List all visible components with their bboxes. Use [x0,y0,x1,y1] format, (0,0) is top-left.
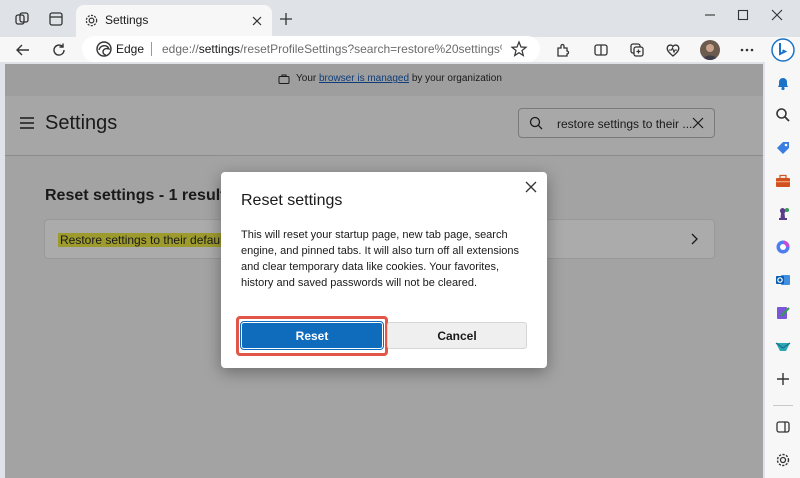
drop-icon[interactable] [774,304,792,322]
tab-title: Settings [105,13,149,27]
omnibox-label: Edge [116,42,145,56]
clear-search-icon[interactable] [692,117,704,129]
outlook-icon[interactable] [774,271,792,289]
split-icon[interactable] [774,418,792,436]
results-heading: Reset settings - 1 result [45,187,226,204]
briefcase-icon [278,74,290,84]
games-icon[interactable] [774,337,792,355]
reset-button[interactable]: Reset [240,321,384,350]
omnibox-divider [151,42,152,56]
extensions-icon[interactable] [552,39,574,61]
search-icon [529,116,543,130]
m365-icon[interactable] [774,238,792,256]
managed-message: Your browser is managed by your organiza… [296,73,502,84]
settings-search-input[interactable]: restore settings to their ... [518,108,715,138]
close-window-icon[interactable] [762,4,792,26]
gear-icon[interactable] [774,451,792,469]
dialog-title: Reset settings [241,192,343,209]
collections-icon[interactable] [626,39,648,61]
settings-header: Settings restore settings to their ... [5,96,763,156]
search-value: restore settings to their ... [557,117,693,131]
bell-icon[interactable] [774,74,792,92]
toolbar: Edge edge://settings/resetProfileSetting… [0,36,800,63]
refresh-icon[interactable] [48,39,70,61]
edge-sidebar [765,62,800,478]
page-title: Settings [45,112,118,134]
search-icon[interactable] [774,106,792,124]
chess-icon[interactable] [774,205,792,223]
copilot-icon[interactable] [770,37,796,63]
url-text[interactable]: edge://settings/resetProfileSettings?sea… [162,42,502,56]
edge-logo-icon [96,41,112,57]
browser-essentials-icon[interactable] [662,39,684,61]
minimize-icon[interactable] [695,4,725,26]
tab-settings[interactable]: Settings [76,5,272,37]
tag-icon[interactable] [774,139,792,157]
sidebar-divider [773,405,793,406]
close-icon[interactable] [524,180,538,194]
dialog-message: This will reset your startup page, new t… [241,229,520,289]
new-tab-icon[interactable] [276,9,296,29]
managed-infobar: Your browser is managed by your organiza… [5,64,763,96]
reset-settings-dialog: Reset settings This will reset your star… [221,172,547,368]
tab-actions-icon[interactable] [46,9,66,29]
profile-avatar[interactable] [700,40,720,60]
result-item-label: Restore settings to their default [58,233,229,247]
hamburger-menu-icon[interactable] [20,117,34,129]
plus-icon[interactable] [774,370,792,388]
workspaces-icon[interactable] [12,9,32,29]
split-screen-icon[interactable] [590,39,612,61]
chevron-right-icon [691,233,698,245]
close-tab-icon[interactable] [248,12,266,30]
gear-icon [85,14,98,27]
toolbox-icon[interactable] [774,172,792,190]
maximize-icon[interactable] [728,4,758,26]
address-bar[interactable]: Edge edge://settings/resetProfileSetting… [82,36,540,62]
browser-managed-link[interactable]: browser is managed [319,73,409,84]
favorite-star-icon[interactable] [510,40,528,58]
cancel-button[interactable]: Cancel [387,322,527,349]
back-icon[interactable] [12,39,34,61]
tab-strip: Settings [0,0,800,37]
more-options-icon[interactable] [736,39,758,61]
